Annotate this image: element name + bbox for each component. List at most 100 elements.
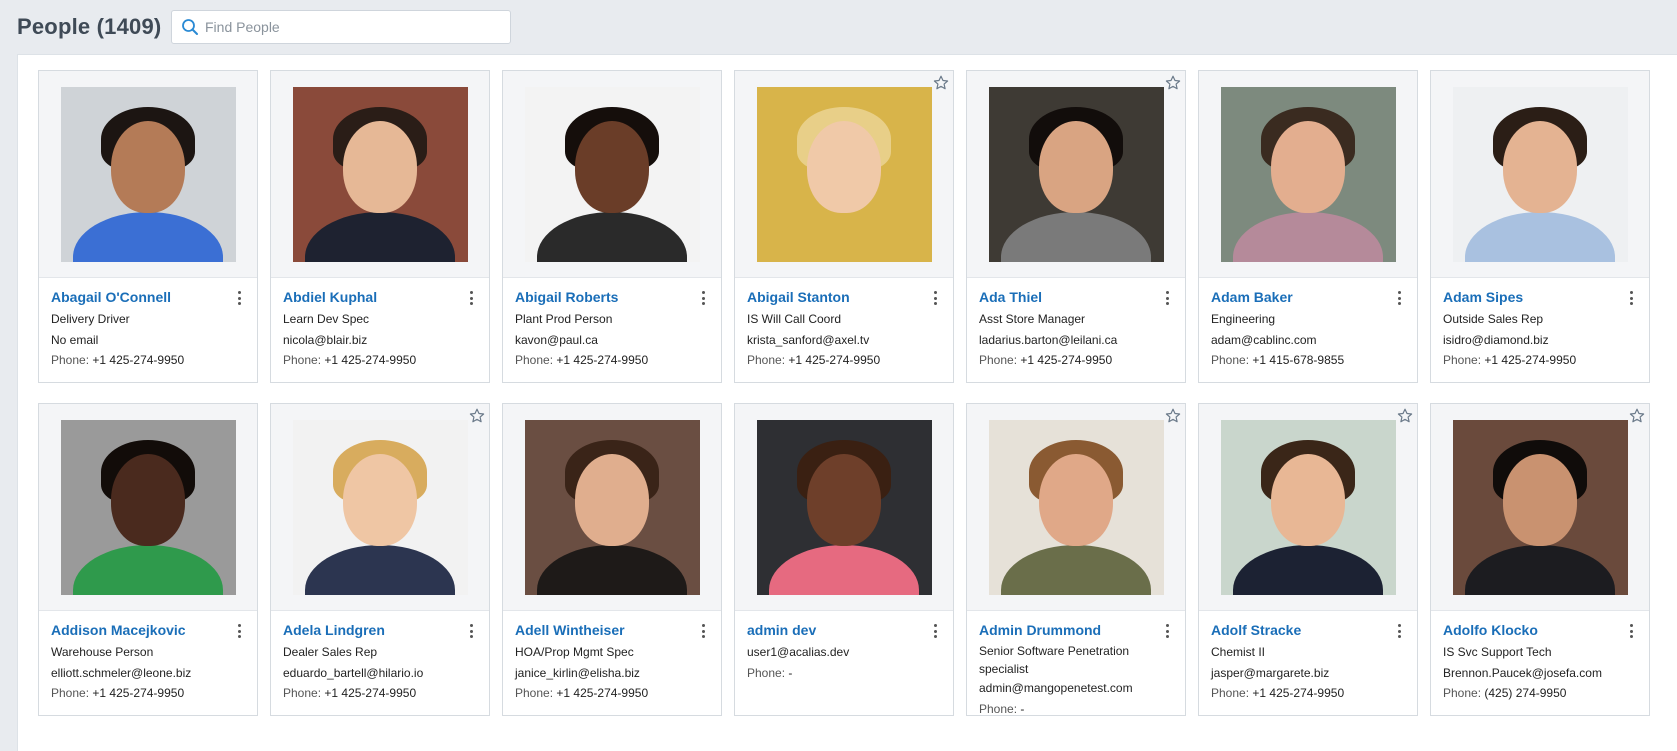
- person-card[interactable]: Adolfo Klocko IS Svc Support Tech Brennon…: [1430, 403, 1650, 716]
- person-photo[interactable]: [292, 86, 468, 262]
- more-options-icon[interactable]: [1391, 289, 1407, 307]
- more-options-icon[interactable]: [1623, 289, 1639, 307]
- more-options-icon[interactable]: [1623, 622, 1639, 640]
- person-photo[interactable]: [1220, 419, 1396, 595]
- favorite-star-icon[interactable]: [1629, 408, 1645, 424]
- photo-area: [503, 404, 721, 611]
- more-options-icon[interactable]: [463, 622, 479, 640]
- favorite-star-icon[interactable]: [1397, 408, 1413, 424]
- person-name-link[interactable]: Addison Macejkovic: [51, 621, 221, 639]
- person-name-link[interactable]: Adela Lindgren: [283, 621, 453, 639]
- person-photo[interactable]: [756, 419, 932, 595]
- phone-label: Phone:: [747, 665, 786, 680]
- person-job-title: Chemist II: [1211, 645, 1266, 659]
- more-options-icon[interactable]: [463, 289, 479, 307]
- person-info: Ada Thiel Asst Store Manager ladarius.bar…: [967, 278, 1185, 371]
- more-options-icon[interactable]: [231, 289, 247, 307]
- person-card[interactable]: admin dev user1@acalias.dev Phone: -: [734, 403, 954, 716]
- phone-value: +1 425-274-9950: [321, 353, 417, 367]
- person-photo[interactable]: [1220, 86, 1396, 262]
- person-name-link[interactable]: Abdiel Kuphal: [283, 288, 453, 306]
- person-card[interactable]: Adam Baker Engineering adam@cablinc.com Ph…: [1198, 70, 1418, 383]
- person-name-link[interactable]: Abigail Stanton: [747, 288, 917, 306]
- person-card[interactable]: Abigail Stanton IS Will Call Coord krista…: [734, 70, 954, 383]
- photo-face: [575, 453, 649, 546]
- person-photo[interactable]: [60, 86, 236, 262]
- person-card[interactable]: Admin Drummond Senior Software Penetrati…: [966, 403, 1186, 716]
- person-job-title: HOA/Prop Mgmt Spec: [515, 645, 634, 659]
- favorite-star-icon[interactable]: [933, 75, 949, 91]
- search-input[interactable]: [205, 19, 505, 35]
- person-card[interactable]: Adela Lindgren Dealer Sales Rep eduardo_b…: [270, 403, 490, 716]
- person-card[interactable]: Ada Thiel Asst Store Manager ladarius.bar…: [966, 70, 1186, 383]
- person-name-link[interactable]: Abigail Roberts: [515, 288, 685, 306]
- person-info: admin dev user1@acalias.dev Phone: -: [735, 611, 953, 683]
- more-options-icon[interactable]: [927, 622, 943, 640]
- person-photo[interactable]: [524, 86, 700, 262]
- person-card[interactable]: Abagail O'Connell Delivery Driver No emai…: [38, 70, 258, 383]
- phone-label: Phone:: [1443, 353, 1482, 367]
- more-options-icon[interactable]: [927, 289, 943, 307]
- photo-body: [1001, 544, 1151, 595]
- person-card[interactable]: Adell Wintheiser HOA/Prop Mgmt Spec janic…: [502, 403, 722, 716]
- person-info: Abagail O'Connell Delivery Driver No emai…: [39, 278, 257, 371]
- photo-face: [1039, 453, 1113, 546]
- photo-area: [271, 404, 489, 611]
- person-name-link[interactable]: Ada Thiel: [979, 288, 1149, 306]
- person-email: kavon@paul.ca: [515, 332, 598, 347]
- person-phone: Phone: +1 425-274-9950: [1211, 683, 1405, 704]
- person-info: Abigail Roberts Plant Prod Person kavon@p…: [503, 278, 721, 371]
- more-options-icon[interactable]: [695, 622, 711, 640]
- person-phone: Phone: +1 425-274-9950: [283, 683, 477, 704]
- phone-value: (425) 274-9950: [1481, 686, 1567, 700]
- person-name-link[interactable]: Adam Baker: [1211, 288, 1381, 306]
- person-photo[interactable]: [756, 86, 932, 262]
- phone-label: Phone:: [1211, 353, 1250, 367]
- phone-value: -: [785, 665, 793, 680]
- person-name-link[interactable]: Admin Drummond: [979, 621, 1149, 639]
- favorite-star-icon[interactable]: [1165, 408, 1181, 424]
- person-phone: Phone: +1 415-678-9855: [1211, 350, 1405, 371]
- person-email: user1@acalias.dev: [747, 645, 850, 659]
- person-card[interactable]: Addison Macejkovic Warehouse Person ellio…: [38, 403, 258, 716]
- person-email: nicola@blair.biz: [283, 332, 368, 347]
- person-photo[interactable]: [1452, 86, 1628, 262]
- person-name-link[interactable]: Adell Wintheiser: [515, 621, 685, 639]
- person-card[interactable]: Abigail Roberts Plant Prod Person kavon@p…: [502, 70, 722, 383]
- person-card[interactable]: Abdiel Kuphal Learn Dev Spec nicola@blair…: [270, 70, 490, 383]
- person-name-link[interactable]: Adam Sipes: [1443, 288, 1613, 306]
- person-name-link[interactable]: Adolfo Klocko: [1443, 621, 1613, 639]
- person-photo[interactable]: [60, 419, 236, 595]
- person-card[interactable]: Adam Sipes Outside Sales Rep isidro@diamo…: [1430, 70, 1650, 383]
- photo-area: [735, 71, 953, 278]
- person-email: admin@mangopenetest.com: [979, 681, 1133, 695]
- photo-body: [73, 211, 223, 262]
- person-job-title: Delivery Driver: [51, 312, 130, 326]
- phone-label: Phone:: [979, 701, 1018, 716]
- search-box[interactable]: [171, 10, 511, 44]
- person-name-link[interactable]: admin dev: [747, 621, 917, 639]
- person-photo[interactable]: [988, 419, 1164, 595]
- person-email: No email: [51, 332, 99, 347]
- favorite-star-icon[interactable]: [469, 408, 485, 424]
- person-card[interactable]: Adolf Stracke Chemist II jasper@margarete…: [1198, 403, 1418, 716]
- photo-area: [1431, 404, 1649, 611]
- photo-face: [807, 453, 881, 546]
- photo-face: [111, 453, 185, 546]
- phone-value: +1 415-678-9855: [1249, 353, 1345, 367]
- person-photo[interactable]: [524, 419, 700, 595]
- more-options-icon[interactable]: [1391, 622, 1407, 640]
- photo-body: [769, 544, 919, 595]
- more-options-icon[interactable]: [1159, 289, 1175, 307]
- person-name-link[interactable]: Abagail O'Connell: [51, 288, 221, 306]
- more-options-icon[interactable]: [695, 289, 711, 307]
- person-photo[interactable]: [292, 419, 468, 595]
- favorite-star-icon[interactable]: [1165, 75, 1181, 91]
- person-photo[interactable]: [1452, 419, 1628, 595]
- more-options-icon[interactable]: [1159, 622, 1175, 640]
- more-options-icon[interactable]: [231, 622, 247, 640]
- person-photo[interactable]: [988, 86, 1164, 262]
- person-phone: Phone: (425) 274-9950: [1443, 683, 1637, 704]
- person-info: Abigail Stanton IS Will Call Coord krista…: [735, 278, 953, 371]
- person-name-link[interactable]: Adolf Stracke: [1211, 621, 1381, 639]
